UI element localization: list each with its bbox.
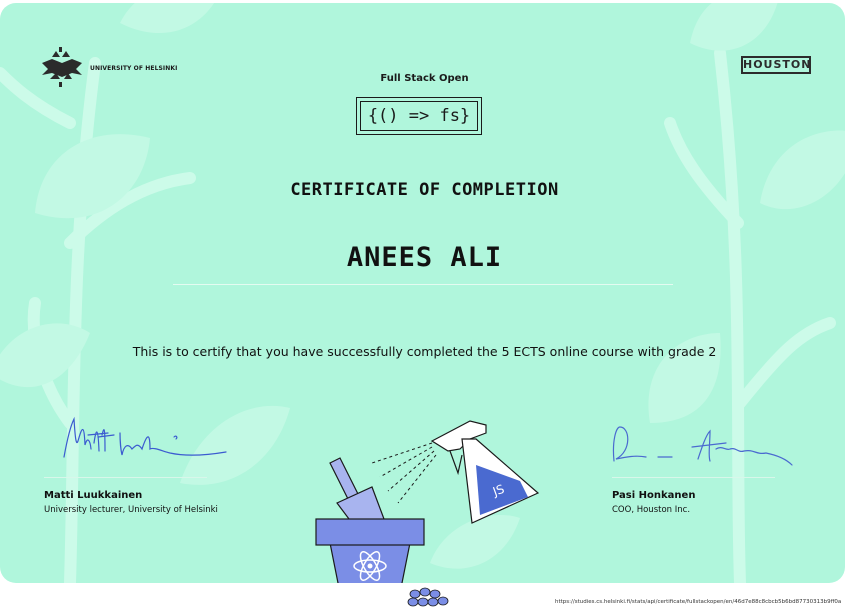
plant-illustration: JS xyxy=(315,420,540,583)
spray-bottle-icon: JS xyxy=(430,420,540,524)
certificate-url[interactable]: https://studies.cs.helsinki.fi/stats/api… xyxy=(555,599,849,605)
pebbles-icon xyxy=(407,587,449,607)
shovel-icon xyxy=(329,457,385,524)
spray-mist xyxy=(371,442,437,504)
certificate: UNIVERSITY OF HELSINKI HOUSTON Full Stac… xyxy=(0,3,845,583)
flower-pot-icon xyxy=(315,518,425,583)
